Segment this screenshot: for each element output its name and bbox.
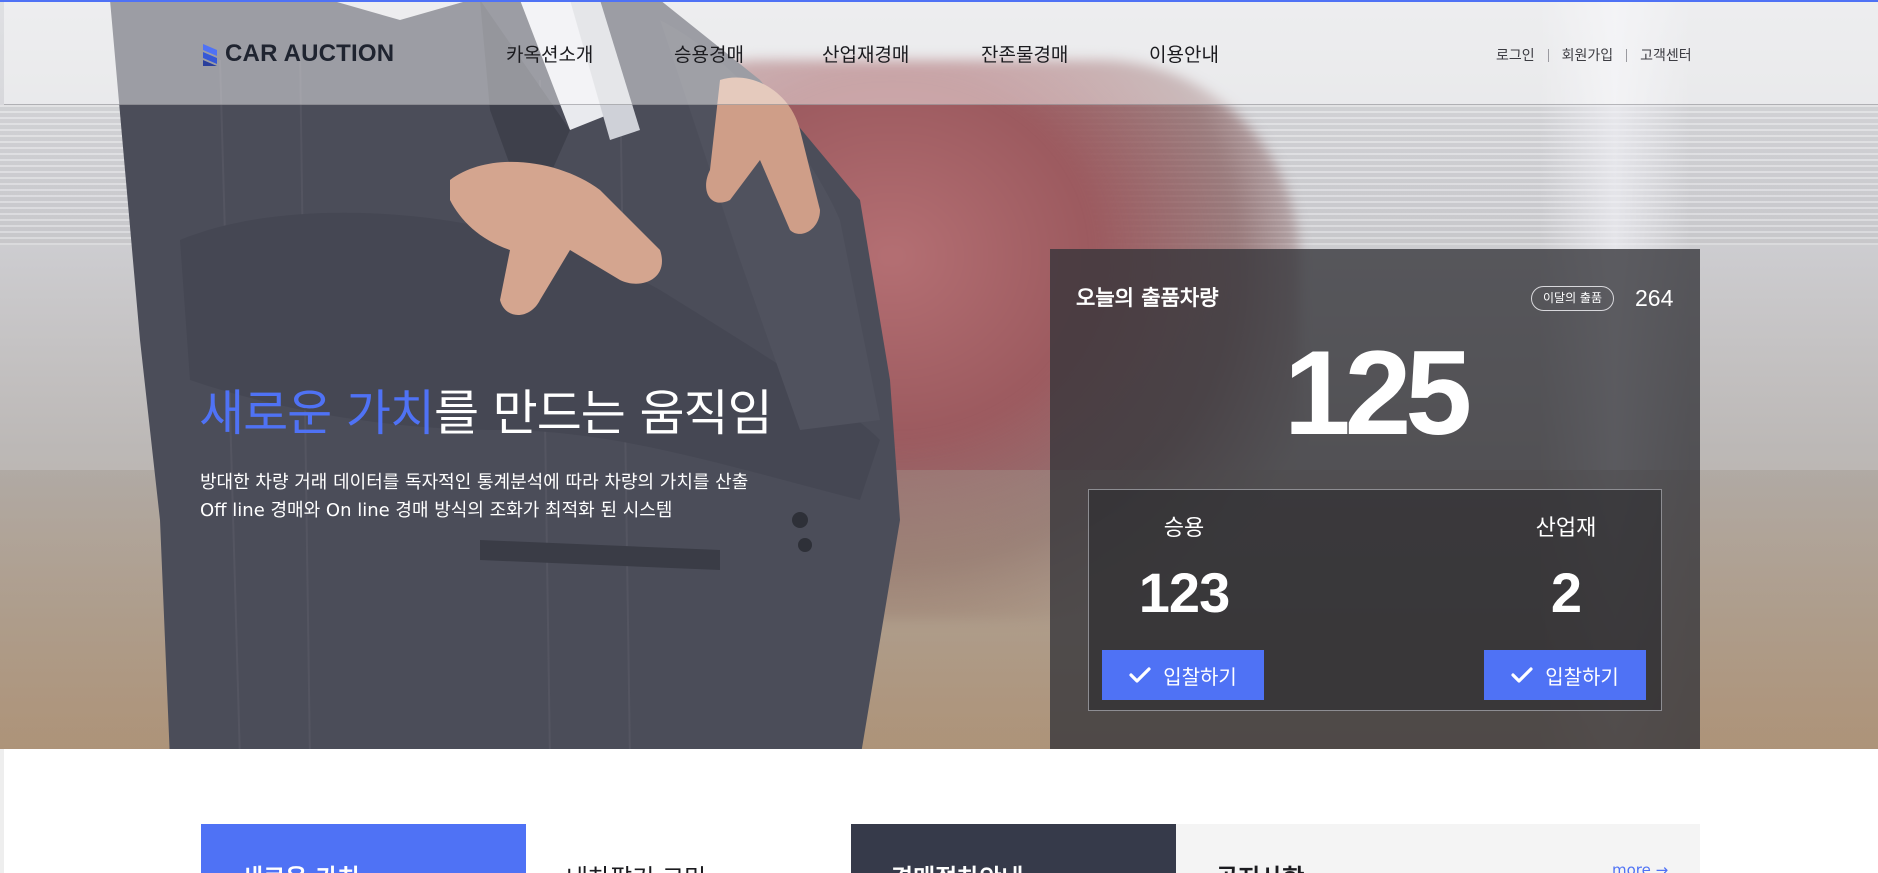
logo-mark-icon bbox=[203, 44, 217, 66]
site-header: CAR AUCTION 카옥션소개 승용경매 산업재경매 잔존물경매 이용안내 … bbox=[4, 2, 1878, 105]
hero-headline-rest: 를 만드는 움직임 bbox=[433, 385, 773, 442]
category-count: 2 bbox=[1550, 561, 1582, 624]
card-title: 새로운 가치 bbox=[241, 858, 360, 873]
utility-divider bbox=[1547, 48, 1549, 62]
nav-item-industrial-auction[interactable]: 산업재경매 bbox=[822, 40, 909, 67]
bid-button-label: 입찰하기 bbox=[1163, 664, 1237, 689]
category-label: 승용 bbox=[1163, 516, 1205, 541]
hero-headline-accent: 새로운 가치 bbox=[199, 385, 435, 442]
notice-more-link[interactable]: more → bbox=[1612, 861, 1668, 873]
monthly-listings-count: 264 bbox=[1635, 285, 1674, 311]
card-title: 경매절차안내 bbox=[891, 858, 1023, 873]
nav-item-salvage-auction[interactable]: 잔존물경매 bbox=[981, 40, 1068, 67]
login-link[interactable]: 로그인 bbox=[1496, 45, 1535, 65]
page: 새로운 가치를 만드는 움직임 방대한 차량 거래 데이터를 독자적인 통계분석… bbox=[0, 0, 1878, 873]
card-auction-process[interactable]: 경매절차안내 bbox=[851, 824, 1176, 873]
check-icon bbox=[1511, 667, 1533, 683]
panel-title: 오늘의 출품차량 bbox=[1076, 286, 1219, 310]
hero-description: 방대한 차량 거래 데이터를 독자적인 통계분석에 따라 차량의 가치를 산출 … bbox=[200, 469, 748, 525]
card-title: 내차팔기 고민 bbox=[566, 858, 706, 873]
check-icon bbox=[1129, 667, 1151, 683]
nav-item-about[interactable]: 카옥션소개 bbox=[506, 40, 593, 67]
hero-headline: 새로운 가치를 만드는 움직임 bbox=[199, 374, 773, 445]
nav-item-passenger-auction[interactable]: 승용경매 bbox=[674, 40, 744, 67]
hero-section: 새로운 가치를 만드는 움직임 방대한 차량 거래 데이터를 독자적인 통계분석… bbox=[0, 0, 1878, 749]
site-logo[interactable]: CAR AUCTION bbox=[201, 40, 394, 68]
bid-button-passenger[interactable]: 입찰하기 bbox=[1102, 650, 1264, 700]
category-count: 123 bbox=[1138, 561, 1230, 624]
utility-menu: 로그인 회원가입 고객센터 bbox=[1496, 45, 1692, 65]
nav-item-guide[interactable]: 이용안내 bbox=[1149, 40, 1219, 67]
monthly-listings-badge: 이달의 출품 bbox=[1531, 286, 1615, 311]
signup-link[interactable]: 회원가입 bbox=[1562, 45, 1614, 65]
today-listings-panel: 오늘의 출품차량 이달의 출품 264 125 승용 123 입찰하기 산업재 … bbox=[1050, 249, 1700, 749]
card-notice: 공지사항 more → bbox=[1176, 824, 1700, 873]
card-title: 공지사항 bbox=[1216, 858, 1304, 873]
today-total-count: 125 bbox=[1283, 326, 1472, 460]
category-breakdown-box: 승용 123 입찰하기 산업재 2 입찰하기 bbox=[1088, 489, 1662, 711]
logo-text: CAR AUCTION bbox=[225, 40, 395, 67]
bid-button-label: 입찰하기 bbox=[1545, 664, 1619, 689]
hero-description-line-2: Off line 경매와 On line 경매 방식의 조화가 최적화 된 시스… bbox=[200, 500, 673, 521]
bid-button-industrial[interactable]: 입찰하기 bbox=[1484, 650, 1646, 700]
card-sell-my-car[interactable]: 내차팔기 고민 bbox=[526, 824, 851, 873]
customer-center-link[interactable]: 고객센터 bbox=[1640, 45, 1692, 65]
category-label: 산업재 bbox=[1535, 516, 1597, 541]
hero-description-line-1: 방대한 차량 거래 데이터를 독자적인 통계분석에 따라 차량의 가치를 산출 bbox=[200, 472, 749, 493]
card-new-value[interactable]: 새로운 가치 bbox=[201, 824, 526, 873]
utility-divider bbox=[1626, 48, 1628, 62]
